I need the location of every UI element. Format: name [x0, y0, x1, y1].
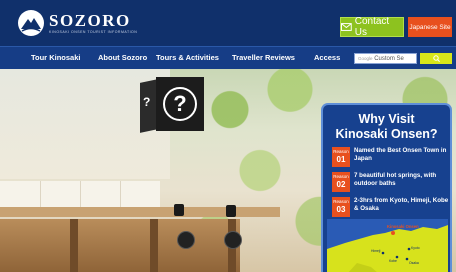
reason-number: 01	[336, 155, 346, 164]
hero-storefront	[0, 219, 240, 272]
map-pin-himeji	[381, 251, 385, 255]
map-label-osaka: Osaka	[409, 261, 419, 265]
reason-item: Reason 03 2-3hrs from Kyoto, Himeji, Kob…	[332, 197, 450, 217]
search-input[interactable]: Google Custom Se	[354, 53, 417, 64]
wall-lamp-icon	[226, 205, 236, 217]
reason-item: Reason 02 7 beautiful hot springs, with …	[332, 172, 450, 192]
contact-us-label: Contact Us	[354, 16, 390, 38]
reason-word: Reason	[333, 149, 349, 154]
search-button[interactable]	[420, 53, 452, 64]
contact-us-button[interactable]: Contact Us	[340, 16, 404, 38]
why-visit-panel[interactable]: Why Visit Kinosaki Onsen? Reason 01 Name…	[321, 103, 452, 272]
japan-map: Kinosaki Onsen Kyoto Himeji Kobe Osaka	[327, 219, 448, 272]
japanese-site-label: Japanese Site	[409, 23, 451, 31]
hero-wooden-beam	[0, 207, 280, 217]
map-label-kobe: Kobe	[389, 259, 397, 263]
nav-item-traveller-reviews[interactable]: Traveller Reviews	[232, 47, 295, 69]
question-mark-icon: ?	[163, 87, 197, 121]
nav-item-access[interactable]: Access	[314, 47, 340, 69]
round-sign-icon	[177, 231, 195, 249]
reason-word: Reason	[333, 174, 349, 179]
panel-title-line2: Kinosaki Onsen?	[335, 127, 438, 141]
round-sign-icon	[224, 231, 242, 249]
reason-badge: Reason 01	[332, 147, 350, 167]
site-header: SOZORO KINOSAKI ONSEN TOURIST INFORMATIO…	[0, 0, 456, 46]
main-nav: Tour Kinosaki About Sozoro Tours & Activ…	[0, 46, 456, 69]
search-placeholder: Custom Se	[374, 56, 404, 62]
reason-number: 02	[336, 180, 346, 189]
logo-mountain-icon	[18, 10, 44, 36]
nav-item-tours-activities[interactable]: Tours & Activities	[156, 47, 219, 69]
search-icon	[432, 55, 440, 62]
map-pin-osaka	[405, 257, 409, 261]
panel-title-line1: Why Visit	[358, 112, 415, 126]
nav-item-about-sozoro[interactable]: About Sozoro	[98, 47, 147, 69]
map-pin-kobe	[395, 255, 399, 259]
reason-text: 2-3hrs from Kyoto, Himeji, Kobe & Osaka	[354, 197, 449, 212]
reason-badge: Reason 03	[332, 197, 350, 217]
reason-text: Named the Best Onsen Town in Japan	[354, 147, 447, 162]
envelope-icon	[341, 23, 352, 31]
reason-badge: Reason 02	[332, 172, 350, 192]
information-signbox: ? ?	[140, 73, 204, 135]
logo-wordmark: SOZORO	[49, 10, 131, 30]
logo-tagline: KINOSAKI ONSEN TOURIST INFORMATION	[49, 29, 138, 34]
wall-lamp-icon	[174, 204, 184, 216]
reason-number: 03	[336, 205, 346, 214]
google-brand-label: Google	[358, 56, 373, 61]
japanese-site-button[interactable]: Japanese Site	[408, 17, 452, 37]
map-label-himeji: Himeji	[371, 249, 381, 253]
map-label-kyoto: Kyoto	[411, 246, 420, 250]
reason-word: Reason	[333, 199, 349, 204]
map-pin-kinosaki	[391, 231, 395, 235]
question-mark-side-icon: ?	[143, 95, 151, 109]
reason-item: Reason 01 Named the Best Onsen Town in J…	[332, 147, 450, 167]
reason-text: 7 beautiful hot springs, with outdoor ba…	[354, 172, 437, 187]
map-pin-kyoto	[407, 247, 411, 251]
nav-item-tour-kinosaki[interactable]: Tour Kinosaki	[31, 47, 80, 69]
map-label-kinosaki: Kinosaki Onsen	[387, 224, 419, 229]
sozoro-logo[interactable]: SOZORO KINOSAKI ONSEN TOURIST INFORMATIO…	[18, 10, 137, 36]
